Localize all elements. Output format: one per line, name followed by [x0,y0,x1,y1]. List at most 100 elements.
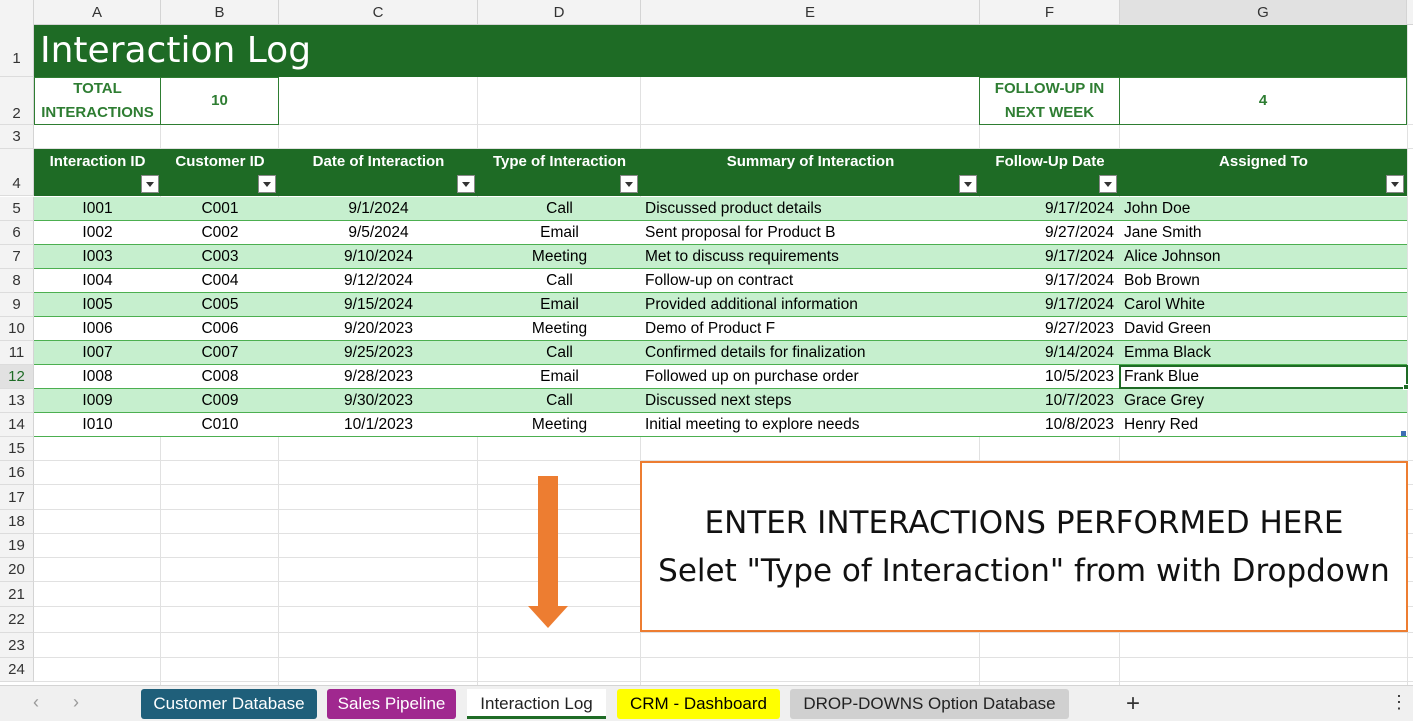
cell-date-of-interaction[interactable]: 9/1/2024 [279,197,478,221]
filter-dropdown-icon[interactable] [141,175,159,193]
sheet-tab[interactable]: CRM - Dashboard [617,689,780,719]
cell-assigned-to[interactable]: Grace Grey [1120,389,1407,413]
row-header-19[interactable]: 19 [0,534,34,558]
fill-handle[interactable] [1403,384,1409,390]
filter-dropdown-icon[interactable] [1386,175,1404,193]
cell-summary[interactable]: Met to discuss requirements [641,245,980,269]
cell-type-of-interaction[interactable]: Email [478,221,641,245]
row-header-4[interactable]: 4 [0,149,34,196]
table-resize-handle[interactable] [1401,431,1406,436]
followup-next-week-value[interactable]: 4 [1119,77,1407,125]
row-header-17[interactable]: 17 [0,485,34,510]
cell-date-of-interaction[interactable]: 9/12/2024 [279,269,478,293]
cell-summary[interactable]: Initial meeting to explore needs [641,413,980,437]
cell-follow-up-date[interactable]: 9/17/2024 [980,293,1120,317]
chevron-right-icon[interactable]: › [66,692,86,713]
cell-summary[interactable]: Provided additional information [641,293,980,317]
row-header-1[interactable]: 1 [0,25,34,77]
cell-type-of-interaction[interactable]: Email [478,365,641,389]
cell-type-of-interaction[interactable]: Meeting [478,317,641,341]
cell-date-of-interaction[interactable]: 9/25/2023 [279,341,478,365]
cell-follow-up-date[interactable]: 10/7/2023 [980,389,1120,413]
row-header-20[interactable]: 20 [0,558,34,582]
cell-customer-id[interactable]: C009 [161,389,279,413]
cell-customer-id[interactable]: C002 [161,221,279,245]
column-header-f[interactable]: F [980,0,1120,25]
cell-assigned-to[interactable]: Carol White [1120,293,1407,317]
sheet-tab[interactable]: Interaction Log [467,689,606,719]
cell-summary[interactable]: Confirmed details for finalization [641,341,980,365]
filter-dropdown-icon[interactable] [258,175,276,193]
row-header-16[interactable]: 16 [0,461,34,485]
cell-date-of-interaction[interactable]: 9/15/2024 [279,293,478,317]
cell-follow-up-date[interactable]: 9/17/2024 [980,269,1120,293]
sheet-tab[interactable]: Customer Database [141,689,317,719]
cell-type-of-interaction[interactable]: Call [478,389,641,413]
row-header-10[interactable]: 10 [0,317,34,341]
cell-type-of-interaction[interactable]: Email [478,293,641,317]
cell-follow-up-date[interactable]: 9/14/2024 [980,341,1120,365]
cell-follow-up-date[interactable]: 9/27/2023 [980,317,1120,341]
cell-follow-up-date[interactable]: 9/17/2024 [980,245,1120,269]
cell-interaction-id[interactable]: I010 [34,413,161,437]
cell-type-of-interaction[interactable]: Call [478,197,641,221]
sheet-tab[interactable]: DROP-DOWNS Option Database [790,689,1069,719]
cell-summary[interactable]: Followed up on purchase order [641,365,980,389]
cell-summary[interactable]: Demo of Product F [641,317,980,341]
cell-summary[interactable]: Follow-up on contract [641,269,980,293]
cell-interaction-id[interactable]: I009 [34,389,161,413]
cell-type-of-interaction[interactable]: Meeting [478,245,641,269]
filter-dropdown-icon[interactable] [620,175,638,193]
row-header-13[interactable]: 13 [0,389,34,413]
cell-summary[interactable]: Discussed next steps [641,389,980,413]
cell-date-of-interaction[interactable]: 9/20/2023 [279,317,478,341]
cell-customer-id[interactable]: C007 [161,341,279,365]
plus-icon[interactable]: + [1122,690,1144,718]
cell-assigned-to[interactable]: Jane Smith [1120,221,1407,245]
row-header-21[interactable]: 21 [0,582,34,607]
down-arrow-shape[interactable] [538,476,558,606]
cell-interaction-id[interactable]: I003 [34,245,161,269]
cell-assigned-to[interactable]: Emma Black [1120,341,1407,365]
cell-assigned-to[interactable]: Bob Brown [1120,269,1407,293]
cell-customer-id[interactable]: C006 [161,317,279,341]
cell-interaction-id[interactable]: I008 [34,365,161,389]
row-header-3[interactable]: 3 [0,125,34,149]
row-header-5[interactable]: 5 [0,197,34,221]
cell-date-of-interaction[interactable]: 9/28/2023 [279,365,478,389]
row-header-7[interactable]: 7 [0,245,34,269]
chevron-left-icon[interactable]: ‹ [26,692,46,713]
cell-customer-id[interactable]: C003 [161,245,279,269]
column-header-a[interactable]: A [34,0,161,25]
column-header-c[interactable]: C [279,0,478,25]
cell-summary[interactable]: Sent proposal for Product B [641,221,980,245]
cell-customer-id[interactable]: C010 [161,413,279,437]
total-interactions-label[interactable]: TOTAL INTERACTIONS [34,77,161,125]
row-header-8[interactable]: 8 [0,269,34,293]
row-header-15[interactable]: 15 [0,437,34,461]
total-interactions-value[interactable]: 10 [160,77,279,125]
cell-customer-id[interactable]: C008 [161,365,279,389]
filter-dropdown-icon[interactable] [457,175,475,193]
cell-customer-id[interactable]: C005 [161,293,279,317]
cell-interaction-id[interactable]: I007 [34,341,161,365]
cell-assigned-to[interactable]: John Doe [1120,197,1407,221]
row-header-12[interactable]: 12 [0,365,34,389]
vertical-ellipsis-icon[interactable]: ⋮ [1390,692,1408,713]
sheet-tab[interactable]: Sales Pipeline [327,689,456,719]
column-header-b[interactable]: B [161,0,279,25]
cell-date-of-interaction[interactable]: 9/10/2024 [279,245,478,269]
cell-follow-up-date[interactable]: 9/17/2024 [980,197,1120,221]
cell-follow-up-date[interactable]: 10/5/2023 [980,365,1120,389]
select-all-corner[interactable] [0,0,34,25]
cell-follow-up-date[interactable]: 10/8/2023 [980,413,1120,437]
row-header-14[interactable]: 14 [0,413,34,437]
row-header-2[interactable]: 2 [0,77,34,125]
cell-assigned-to[interactable]: David Green [1120,317,1407,341]
filter-dropdown-icon[interactable] [1099,175,1117,193]
cell-type-of-interaction[interactable]: Call [478,269,641,293]
cell-customer-id[interactable]: C004 [161,269,279,293]
cell-follow-up-date[interactable]: 9/27/2024 [980,221,1120,245]
cell-assigned-to[interactable]: Henry Red [1120,413,1407,437]
row-header-18[interactable]: 18 [0,510,34,534]
